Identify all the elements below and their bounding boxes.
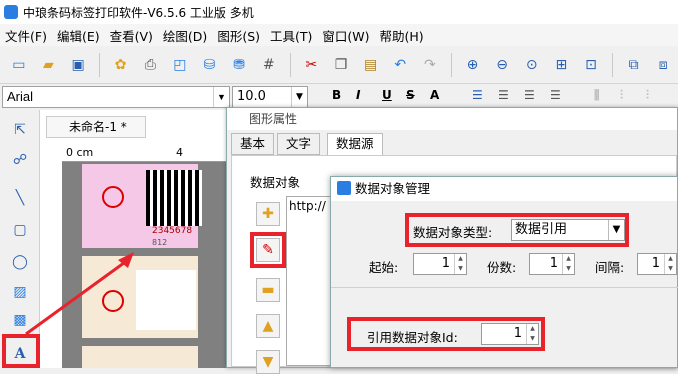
- interval-stepper[interactable]: 1 ▲ ▼: [637, 253, 677, 275]
- divider: [331, 287, 678, 288]
- interval-label: 间隔:: [595, 260, 625, 275]
- dialog-title: 数据对象管理: [331, 177, 677, 201]
- tab-data-source[interactable]: 数据源: [327, 133, 383, 155]
- spin-arrows-icon[interactable]: ▲ ▼: [454, 254, 466, 274]
- remove-icon[interactable]: ▬: [256, 278, 280, 302]
- manager-title: 数据对象管理: [355, 181, 431, 196]
- copies-label: 份数:: [487, 260, 517, 275]
- start-label: 起始:: [369, 260, 399, 275]
- ref-id-value: 1: [513, 326, 522, 341]
- interval-value: 1: [651, 256, 660, 271]
- app-icon: [337, 181, 351, 195]
- start-stepper[interactable]: 1 ▲ ▼: [413, 253, 467, 275]
- start-value: 1: [441, 256, 450, 271]
- spin-arrows-icon[interactable]: ▲ ▼: [664, 254, 676, 274]
- data-object-label: 数据对象: [250, 175, 301, 190]
- type-label: 数据对象类型:: [413, 225, 493, 240]
- ref-id-label: 引用数据对象Id:: [367, 330, 458, 345]
- move-up-icon[interactable]: ▲: [256, 314, 280, 338]
- spin-arrows-icon[interactable]: ▲ ▼: [526, 324, 538, 344]
- spin-arrows-icon[interactable]: ▲ ▼: [562, 254, 574, 274]
- type-select[interactable]: 数据引用 ▼: [511, 219, 625, 241]
- highlight-box: [250, 232, 286, 268]
- data-object-manager-dialog: 数据对象管理 数据对象类型: 数据引用 ▼ 起始: 1 ▲ ▼ 份数: 1 ▲ ▼ …: [330, 176, 678, 368]
- ref-id-stepper[interactable]: 1 ▲ ▼: [481, 323, 539, 345]
- chevron-down-icon[interactable]: ▼: [608, 220, 624, 240]
- add-icon[interactable]: ✚: [256, 202, 280, 226]
- copies-stepper[interactable]: 1 ▲ ▼: [529, 253, 575, 275]
- type-value: 数据引用: [515, 222, 568, 237]
- list-item[interactable]: http://: [289, 199, 326, 213]
- dialog-title: 图形属性: [227, 108, 677, 130]
- tab-text[interactable]: 文字: [277, 133, 321, 155]
- copies-value: 1: [549, 256, 558, 271]
- tab-basic[interactable]: 基本: [231, 133, 275, 155]
- move-down-icon[interactable]: ▼: [256, 350, 280, 374]
